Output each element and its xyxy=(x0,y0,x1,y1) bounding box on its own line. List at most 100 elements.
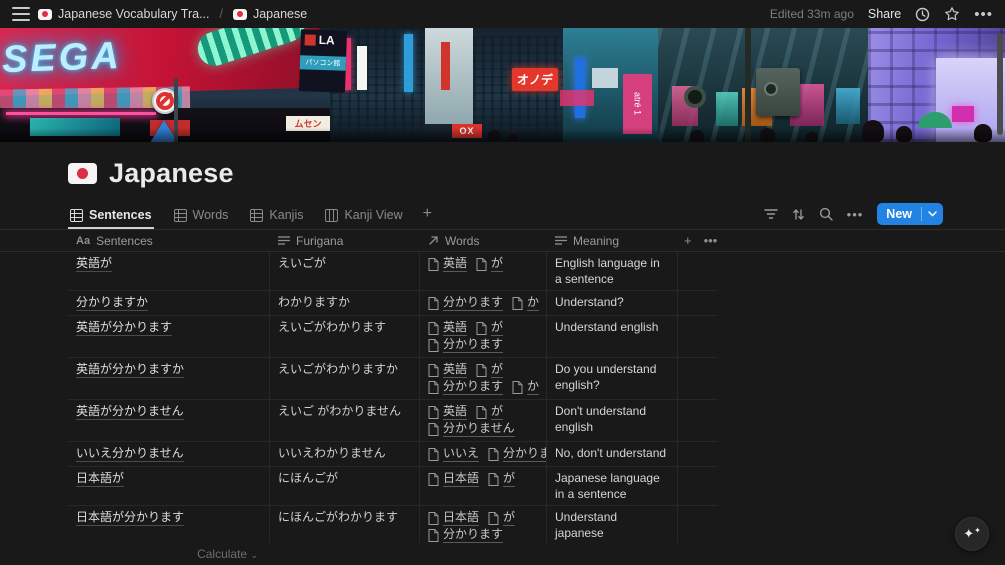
furigana-cell[interactable]: いいえわかりません xyxy=(270,442,420,466)
top-bar: Japanese Vocabulary Tra... / Japanese Ed… xyxy=(0,0,1005,28)
page-icon xyxy=(476,257,487,271)
words-cell[interactable]: 英語が分かります xyxy=(420,316,547,357)
cover-decor xyxy=(756,68,800,116)
sidebar-toggle-icon[interactable] xyxy=(12,7,30,21)
breadcrumb-root[interactable]: Japanese Vocabulary Tra... xyxy=(38,7,209,21)
cover-decor xyxy=(0,128,1005,142)
share-button[interactable]: Share xyxy=(868,7,901,21)
page-icon-japan-flag[interactable] xyxy=(68,163,97,184)
meaning-cell[interactable]: Understand japanese xyxy=(547,506,678,547)
tab-words[interactable]: Words xyxy=(172,208,231,229)
sentence-cell[interactable]: 日本語が xyxy=(68,467,270,505)
cover-decor xyxy=(575,58,585,118)
word-relation-link[interactable]: 分かります xyxy=(428,337,504,353)
favorite-star-icon[interactable] xyxy=(944,6,960,22)
sentence-cell[interactable]: 英語が分かります xyxy=(68,316,270,357)
sentence-cell[interactable]: いいえ分かりません xyxy=(68,442,270,466)
add-column-button[interactable]: + xyxy=(678,233,698,248)
meaning-cell[interactable]: Understand? xyxy=(547,291,678,315)
page-cover-image[interactable]: オノデ atré 1 SEGA ムセン LA パソコン館 OX xyxy=(0,28,1005,142)
table-row[interactable]: 英語が分かります えいごがわかります 英語が分かります Understand e… xyxy=(68,316,718,358)
more-options-icon[interactable]: ••• xyxy=(974,6,993,23)
new-button[interactable]: New xyxy=(877,203,943,225)
table-row[interactable]: 分かりますか わかりますか 分かりますか Understand? xyxy=(68,291,718,316)
word-relation-link[interactable]: 英語 xyxy=(428,320,468,336)
words-cell[interactable]: 英語が分かりません xyxy=(420,400,547,441)
column-header-words[interactable]: Words xyxy=(420,230,547,251)
meaning-cell[interactable]: Don't understand english xyxy=(547,400,678,441)
tab-sentences[interactable]: Sentences xyxy=(68,208,154,229)
sort-icon[interactable] xyxy=(792,208,805,221)
tab-kanji-view[interactable]: Kanji View xyxy=(323,208,404,229)
filter-icon[interactable] xyxy=(763,208,778,220)
word-relation-link[interactable]: 分かります xyxy=(428,295,504,311)
words-cell[interactable]: 日本語が分かります xyxy=(420,506,547,547)
sentence-cell[interactable]: 英語が分かりますか xyxy=(68,358,270,399)
meaning-cell[interactable]: Japanese language in a sentence xyxy=(547,467,678,505)
word-relation-link[interactable]: 分かります xyxy=(428,379,504,395)
calculate-button[interactable]: Calculate ⌄ xyxy=(0,547,270,561)
table-row[interactable]: 英語が分かりません えいご がわかりません 英語が分かりません Don't un… xyxy=(68,400,718,442)
vertical-scrollbar[interactable] xyxy=(997,33,1003,135)
words-cell[interactable]: いいえ分かりません xyxy=(420,442,547,466)
history-clock-icon[interactable] xyxy=(915,7,930,22)
word-relation-link[interactable]: 分かりません xyxy=(428,421,515,437)
word-relation-link[interactable]: 英語 xyxy=(428,404,468,420)
meaning-cell[interactable]: Do you understand english? xyxy=(547,358,678,399)
word-relation-link[interactable]: が xyxy=(476,362,504,378)
page-title[interactable]: Japanese xyxy=(109,158,234,189)
furigana-cell[interactable]: にほんごが xyxy=(270,467,420,505)
word-relation-link[interactable]: 英語 xyxy=(428,362,468,378)
table-row[interactable]: いいえ分かりません いいえわかりません いいえ分かりません No, don't … xyxy=(68,442,718,467)
words-cell[interactable]: 日本語が xyxy=(420,467,547,505)
furigana-cell[interactable]: えいご がわかりません xyxy=(270,400,420,441)
sentence-cell[interactable]: 日本語が分かります xyxy=(68,506,270,547)
column-header-furigana[interactable]: Furigana xyxy=(270,230,420,251)
cover-decor xyxy=(560,90,594,106)
meaning-cell[interactable]: English language in a sentence xyxy=(547,252,678,290)
cover-decor xyxy=(684,86,706,108)
notion-ai-button[interactable]: ✦✦ xyxy=(955,517,989,551)
furigana-cell[interactable]: えいごがわかりますか xyxy=(270,358,420,399)
add-view-button[interactable]: + xyxy=(423,205,432,229)
table-row[interactable]: 英語が えいごが 英語が English language in a sente… xyxy=(68,252,718,291)
words-cell[interactable]: 英語が xyxy=(420,252,547,290)
word-relation-link[interactable]: か xyxy=(512,379,540,395)
word-relation-link[interactable]: 日本語 xyxy=(428,471,480,487)
words-cell[interactable]: 英語が分かりますか xyxy=(420,358,547,399)
view-options-icon[interactable]: ••• xyxy=(847,207,864,222)
word-relation-link[interactable]: が xyxy=(476,404,504,420)
meaning-cell[interactable]: Understand english xyxy=(547,316,678,357)
meaning-cell[interactable]: No, don't understand xyxy=(547,442,678,466)
furigana-cell[interactable]: えいごが xyxy=(270,252,420,290)
sentence-cell[interactable]: 英語が xyxy=(68,252,270,290)
column-header-meaning[interactable]: Meaning xyxy=(547,230,678,251)
word-relation-link[interactable]: 分かりません xyxy=(488,446,546,462)
sentence-cell[interactable]: 英語が分かりません xyxy=(68,400,270,441)
japan-flag-icon xyxy=(232,8,247,20)
furigana-cell[interactable]: えいごがわかります xyxy=(270,316,420,357)
word-relation-link[interactable]: が xyxy=(476,256,504,272)
furigana-cell[interactable]: にほんごがわかります xyxy=(270,506,420,547)
word-relation-link[interactable]: 英語 xyxy=(428,256,468,272)
words-cell[interactable]: 分かりますか xyxy=(420,291,547,315)
sentence-cell[interactable]: 分かりますか xyxy=(68,291,270,315)
table-options-icon[interactable]: ••• xyxy=(698,233,724,248)
word-relation-link[interactable]: か xyxy=(512,295,540,311)
chevron-down-icon[interactable] xyxy=(922,211,943,217)
word-relation-link[interactable]: 日本語 xyxy=(428,510,480,526)
cover-decor xyxy=(836,88,860,124)
word-relation-link[interactable]: 分かります xyxy=(428,527,504,543)
breadcrumb-current[interactable]: Japanese xyxy=(232,7,307,21)
word-relation-link[interactable]: が xyxy=(488,510,516,526)
table-row[interactable]: 日本語が分かります にほんごがわかります 日本語が分かります Understan… xyxy=(68,506,718,548)
tab-kanjis[interactable]: Kanjis xyxy=(248,208,305,229)
furigana-cell[interactable]: わかりますか xyxy=(270,291,420,315)
table-row[interactable]: 日本語が にほんごが 日本語が Japanese language in a s… xyxy=(68,467,718,506)
word-relation-link[interactable]: が xyxy=(476,320,504,336)
search-icon[interactable] xyxy=(819,207,833,221)
table-row[interactable]: 英語が分かりますか えいごがわかりますか 英語が分かりますか Do you un… xyxy=(68,358,718,400)
word-relation-link[interactable]: いいえ xyxy=(428,446,480,462)
column-header-sentences[interactable]: Aa Sentences xyxy=(68,230,270,251)
word-relation-link[interactable]: が xyxy=(488,471,516,487)
